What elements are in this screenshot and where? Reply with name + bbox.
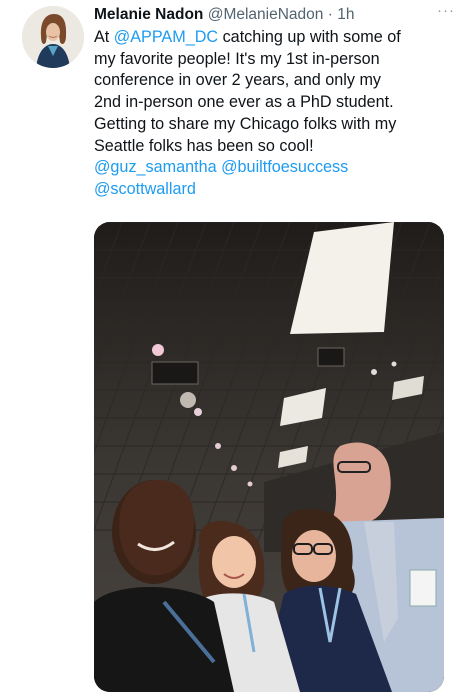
author-name[interactable]: Melanie Nadon xyxy=(94,6,203,23)
mention-link[interactable]: @guz_samantha xyxy=(94,158,217,176)
tweet-line-5: Getting to share my Chicago folks with m… xyxy=(94,114,397,133)
text-segment: catching up with some of xyxy=(218,28,401,46)
tweet-line-8: @scottwallard xyxy=(94,179,454,201)
tweet-line-7: @guz_samantha @builtfoesuccess xyxy=(94,157,454,179)
tweet-header: Melanie Nadon @MelanieNadon · 1h ··· xyxy=(94,2,455,26)
mention-link[interactable]: @builtfoesuccess xyxy=(221,158,348,176)
author-handle[interactable]: @MelanieNadon xyxy=(208,6,324,23)
timestamp[interactable]: 1h xyxy=(337,6,354,23)
more-horizontal-icon[interactable]: ··· xyxy=(437,0,455,22)
tweet-line-6: Seattle folks has been so cool! xyxy=(94,136,314,155)
text-segment: At xyxy=(94,28,114,46)
tweet-line-4: 2nd in-person one ever as a PhD student. xyxy=(94,93,394,112)
separator-dot: · xyxy=(327,6,333,23)
tweet-line-2: my favorite people! It's my 1st in-perso… xyxy=(94,49,380,68)
mention-link[interactable]: @APPAM_DC xyxy=(114,28,218,46)
tweet-photo[interactable] xyxy=(94,222,444,692)
mention-link[interactable]: @scottwallard xyxy=(94,180,196,198)
tweet-text: At @APPAM_DC catching up with some of my… xyxy=(94,27,454,201)
group-selfie-image xyxy=(94,222,444,692)
tweet-line-3: conference in over 2 years, and only my xyxy=(94,71,382,90)
tweet-line-1: At @APPAM_DC catching up with some of xyxy=(94,27,454,49)
avatar-image xyxy=(22,6,84,68)
avatar[interactable] xyxy=(22,6,84,68)
